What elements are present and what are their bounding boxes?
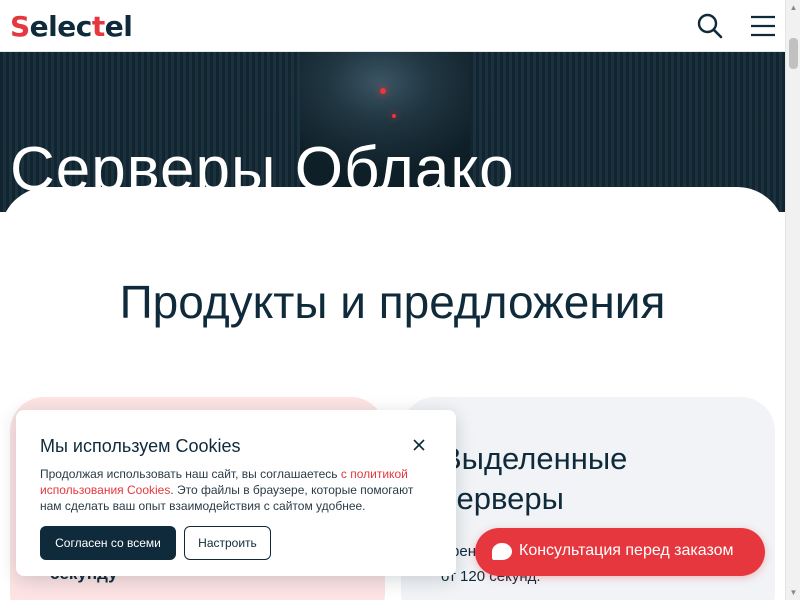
close-icon[interactable] <box>412 438 426 452</box>
logo-wordmark: Selectel <box>10 9 133 43</box>
scroll-up-arrow-icon[interactable]: ▲ <box>786 0 800 15</box>
consultation-label: Консультация перед заказом <box>519 542 734 559</box>
configure-button[interactable]: Настроить <box>184 526 271 560</box>
cookie-title: Мы используем Cookies <box>40 436 241 456</box>
site-header: Selectel <box>0 0 785 52</box>
chat-bubble-icon <box>491 542 513 562</box>
scroll-thumb[interactable] <box>789 38 798 69</box>
section-title: Продукты и предложения <box>119 276 666 328</box>
consultation-button[interactable]: Консультация перед заказом <box>475 528 765 576</box>
scroll-down-arrow-icon[interactable]: ▼ <box>786 585 800 600</box>
selectel-logo[interactable]: Selectel <box>10 9 133 43</box>
hamburger-menu-icon[interactable] <box>750 14 776 38</box>
accept-all-button[interactable]: Согласен со всеми <box>40 526 176 560</box>
page-scrollbar[interactable]: ▲ ▼ <box>785 0 800 600</box>
search-icon[interactable] <box>697 13 723 39</box>
server-light <box>380 88 386 94</box>
cookie-banner: Мы используем Cookies Продолжая использо… <box>16 410 456 576</box>
cookie-text: Продолжая использовать наш сайт, вы согл… <box>40 467 414 513</box>
server-light <box>392 114 396 118</box>
card-title: Выделенные серверы <box>441 441 628 516</box>
